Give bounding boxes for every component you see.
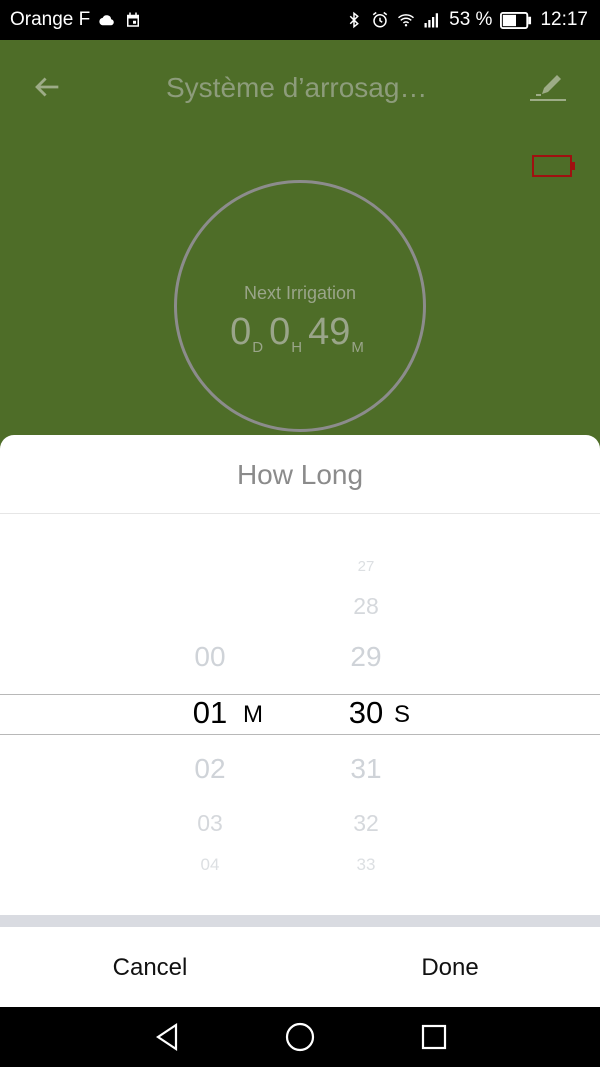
cancel-button[interactable]: Cancel	[0, 927, 300, 1007]
system-nav-bar	[0, 1007, 600, 1067]
sheet-divider	[0, 915, 600, 927]
minutes-option[interactable]: 03	[150, 810, 270, 837]
seconds-option[interactable]: 29	[306, 641, 426, 673]
hours-unit: H	[291, 339, 303, 356]
recents-square-icon[interactable]	[418, 1021, 450, 1053]
back-triangle-icon[interactable]	[152, 1021, 184, 1053]
duration-sheet: How Long 00 01 02 03 04 M 27 28 29 30 31…	[0, 435, 600, 1007]
seconds-option[interactable]: 27	[306, 558, 426, 575]
minutes-value: 49	[308, 311, 351, 353]
home-circle-icon[interactable]	[284, 1021, 316, 1053]
battery-percent: 53 %	[449, 9, 493, 30]
status-bar: Orange F 53 % 12:17	[0, 0, 600, 40]
hours-value: 0	[269, 311, 291, 353]
clock: 12:17	[540, 9, 588, 30]
page-title: Système d’arrosag…	[166, 72, 428, 103]
seconds-option[interactable]: 32	[306, 810, 426, 837]
app-bar: Système d’arrosag…	[0, 40, 600, 136]
minutes-unit-label: M	[243, 701, 263, 728]
cloud-icon	[99, 15, 115, 26]
back-arrow-icon[interactable]	[30, 70, 64, 104]
minutes-option[interactable]: 02	[150, 753, 270, 785]
calendar-icon	[127, 12, 140, 27]
next-irrigation-countdown: 0D 0H 49M	[177, 311, 423, 356]
alarm-icon	[372, 11, 388, 28]
next-irrigation-ring: Next Irrigation 0D 0H 49M	[174, 180, 426, 432]
next-irrigation-label: Next Irrigation	[243, 283, 357, 303]
wifi-icon	[398, 14, 415, 27]
minutes-unit: M	[351, 339, 364, 356]
edit-pencil-icon[interactable]	[528, 68, 568, 108]
selection-line-top	[0, 694, 600, 695]
seconds-option[interactable]: 33	[306, 855, 426, 875]
days-unit: D	[252, 339, 264, 356]
seconds-option[interactable]: 28	[306, 593, 426, 620]
duration-picker[interactable]: 00 01 02 03 04 M 27 28 29 30 31 32 33 S	[0, 513, 600, 913]
selection-line-bottom	[0, 734, 600, 735]
bluetooth-icon	[349, 11, 360, 29]
signal-icon	[424, 13, 439, 28]
days-value: 0	[230, 311, 252, 353]
seconds-option[interactable]: 31	[306, 753, 426, 785]
sheet-title: How Long	[0, 435, 600, 514]
done-button[interactable]: Done	[300, 927, 600, 1007]
seconds-unit-label: S	[394, 701, 411, 728]
battery-icon	[500, 11, 532, 29]
carrier-name: Orange F	[10, 9, 91, 30]
minutes-option[interactable]: 04	[150, 855, 270, 875]
minutes-option[interactable]: 00	[150, 641, 270, 673]
low-battery-icon	[532, 155, 575, 177]
